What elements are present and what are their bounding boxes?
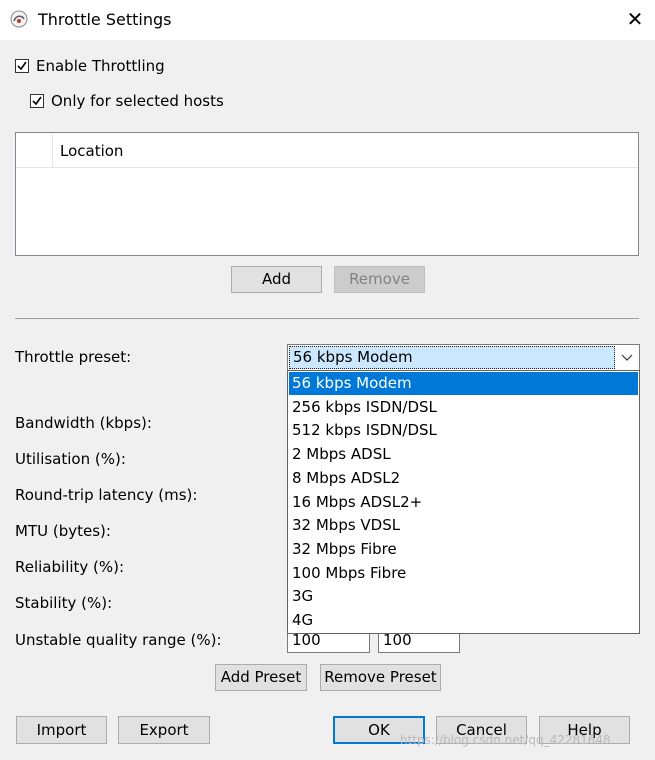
hosts-list-header: Location	[16, 133, 638, 168]
preset-option[interactable]: 32 Mbps Fibre	[289, 538, 638, 561]
preset-option[interactable]: 8 Mbps ADSL2	[289, 467, 638, 490]
preset-option[interactable]: 16 Mbps ADSL2+	[289, 491, 638, 514]
bandwidth-label: Bandwidth (kbps):	[15, 414, 152, 432]
separator	[15, 318, 639, 319]
chevron-down-icon[interactable]	[615, 345, 639, 370]
hosts-list-check-column	[16, 133, 53, 167]
location-column-header[interactable]: Location	[60, 142, 123, 160]
throttle-preset-label: Throttle preset:	[15, 348, 132, 366]
preset-option[interactable]: 512 kbps ISDN/DSL	[289, 419, 638, 442]
watermark: https://blog.csdn.net/qq_42281648	[400, 733, 611, 747]
add-host-button[interactable]: Add	[231, 266, 322, 293]
preset-option[interactable]: 3G	[289, 585, 638, 608]
stability-label: Stability (%):	[15, 594, 113, 612]
throttle-preset-combobox[interactable]: 56 kbps Modem	[287, 344, 640, 371]
mtu-label: MTU (bytes):	[15, 522, 111, 540]
app-icon	[10, 10, 28, 28]
window-title: Throttle Settings	[38, 10, 172, 29]
utilisation-label: Utilisation (%):	[15, 450, 126, 468]
checkmark-icon	[32, 96, 42, 106]
enable-throttling-checkbox[interactable]	[15, 59, 29, 73]
preset-option[interactable]: 32 Mbps VDSL	[289, 514, 638, 537]
preset-option[interactable]: 56 kbps Modem	[289, 372, 638, 395]
preset-option[interactable]: 100 Mbps Fibre	[289, 562, 638, 585]
import-button[interactable]: Import	[16, 716, 107, 744]
preset-option[interactable]: 4G	[289, 609, 638, 632]
close-icon[interactable]: ✕	[622, 6, 648, 32]
only-selected-hosts-label: Only for selected hosts	[51, 92, 224, 110]
preset-option[interactable]: 256 kbps ISDN/DSL	[289, 396, 638, 419]
hosts-list[interactable]: Location	[15, 132, 639, 256]
unstable-range-label: Unstable quality range (%):	[15, 631, 222, 649]
only-selected-hosts-checkbox[interactable]	[30, 94, 44, 108]
enable-throttling-label: Enable Throttling	[36, 57, 165, 75]
preset-option[interactable]: 2 Mbps ADSL	[289, 443, 638, 466]
export-button[interactable]: Export	[118, 716, 210, 744]
checkmark-icon	[17, 61, 27, 71]
remove-preset-button[interactable]: Remove Preset	[320, 664, 441, 691]
throttle-preset-value: 56 kbps Modem	[289, 346, 615, 369]
remove-host-button[interactable]: Remove	[334, 266, 425, 293]
reliability-label: Reliability (%):	[15, 558, 125, 576]
add-preset-button[interactable]: Add Preset	[215, 664, 307, 691]
latency-label: Round-trip latency (ms):	[15, 486, 198, 504]
throttle-preset-dropdown[interactable]: 56 kbps Modem 256 kbps ISDN/DSL 512 kbps I…	[287, 370, 640, 634]
